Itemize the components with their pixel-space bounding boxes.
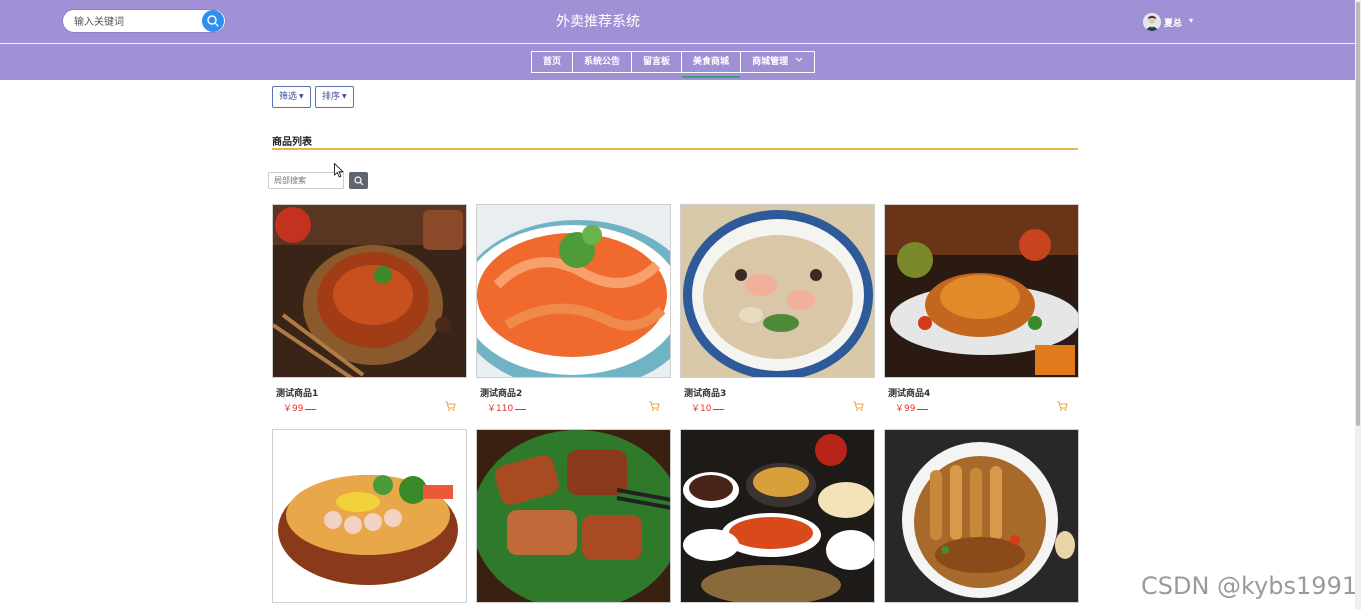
price-strike (917, 409, 929, 410)
search-icon (354, 176, 364, 186)
watermark: CSDN @kybs1991 (1141, 572, 1358, 600)
product-price: ￥99 (283, 401, 317, 414)
cart-icon[interactable] (648, 400, 660, 412)
search-box (62, 9, 226, 33)
product-price: ￥10 (691, 401, 725, 414)
product-image[interactable] (884, 204, 1079, 378)
sort-label: 排序 (322, 92, 341, 102)
nav-item-home[interactable]: 首页 (531, 51, 574, 73)
price-strike (713, 409, 725, 410)
product-price-value: ￥99 (283, 404, 304, 414)
nav-item-mall-management-label: 商城管理 (752, 57, 789, 67)
product-price-value: ￥10 (691, 404, 712, 414)
product-name[interactable]: 测试商品1 (276, 386, 318, 399)
filter-label: 筛选 (279, 92, 298, 102)
cart-icon[interactable] (852, 400, 864, 412)
cart-icon[interactable] (1056, 400, 1068, 412)
product-price: ￥110 (487, 401, 527, 414)
product-image[interactable] (680, 204, 875, 378)
product-name[interactable]: 测试商品4 (888, 386, 930, 399)
product-image[interactable] (680, 429, 875, 603)
avatar (1143, 13, 1161, 31)
product-price: ￥99 (895, 401, 929, 414)
product-image[interactable] (272, 429, 467, 603)
mouse-cursor-icon (334, 163, 344, 178)
section-title: 商品列表 (272, 137, 312, 148)
product-image[interactable] (476, 429, 671, 603)
product-price-value: ￥99 (895, 404, 916, 414)
search-input[interactable] (72, 13, 201, 31)
product-name[interactable]: 测试商品2 (480, 386, 522, 399)
price-strike (515, 409, 527, 410)
sort-button[interactable]: 排序 ▼ (315, 86, 354, 108)
header-bar: 外卖推荐系统 夏总 ▾ 首页 系统公告 留言板 美食商城 商城管理 (0, 0, 1361, 80)
caret-down-icon: ▼ (342, 93, 347, 100)
user-name: 夏总 (1164, 19, 1183, 29)
nav-item-food-mall[interactable]: 美食商城 (681, 51, 742, 78)
filter-button[interactable]: 筛选 ▼ (272, 86, 311, 108)
nav-item-message-board[interactable]: 留言板 (631, 51, 683, 73)
header-divider (0, 43, 1361, 44)
search-icon (207, 15, 219, 27)
site-title: 外卖推荐系统 (556, 14, 640, 30)
product-image[interactable] (272, 204, 467, 378)
local-search-button[interactable] (349, 172, 368, 189)
chevron-down-icon: ▾ (1189, 16, 1194, 25)
chevron-down-icon (795, 57, 803, 62)
product-price-value: ￥110 (487, 404, 514, 414)
product-name[interactable]: 测试商品3 (684, 386, 726, 399)
main-nav: 首页 系统公告 留言板 美食商城 商城管理 (531, 51, 816, 78)
search-button[interactable] (202, 10, 224, 32)
product-image[interactable] (476, 204, 671, 378)
scrollbar-thumb[interactable] (1356, 2, 1360, 426)
local-search-input[interactable] (268, 172, 344, 189)
price-strike (305, 409, 317, 410)
section-divider (272, 148, 1078, 150)
nav-item-mall-management[interactable]: 商城管理 (740, 51, 816, 73)
product-image[interactable] (884, 429, 1079, 603)
nav-item-announcements[interactable]: 系统公告 (572, 51, 633, 73)
caret-down-icon: ▼ (299, 93, 304, 100)
cart-icon[interactable] (444, 400, 456, 412)
